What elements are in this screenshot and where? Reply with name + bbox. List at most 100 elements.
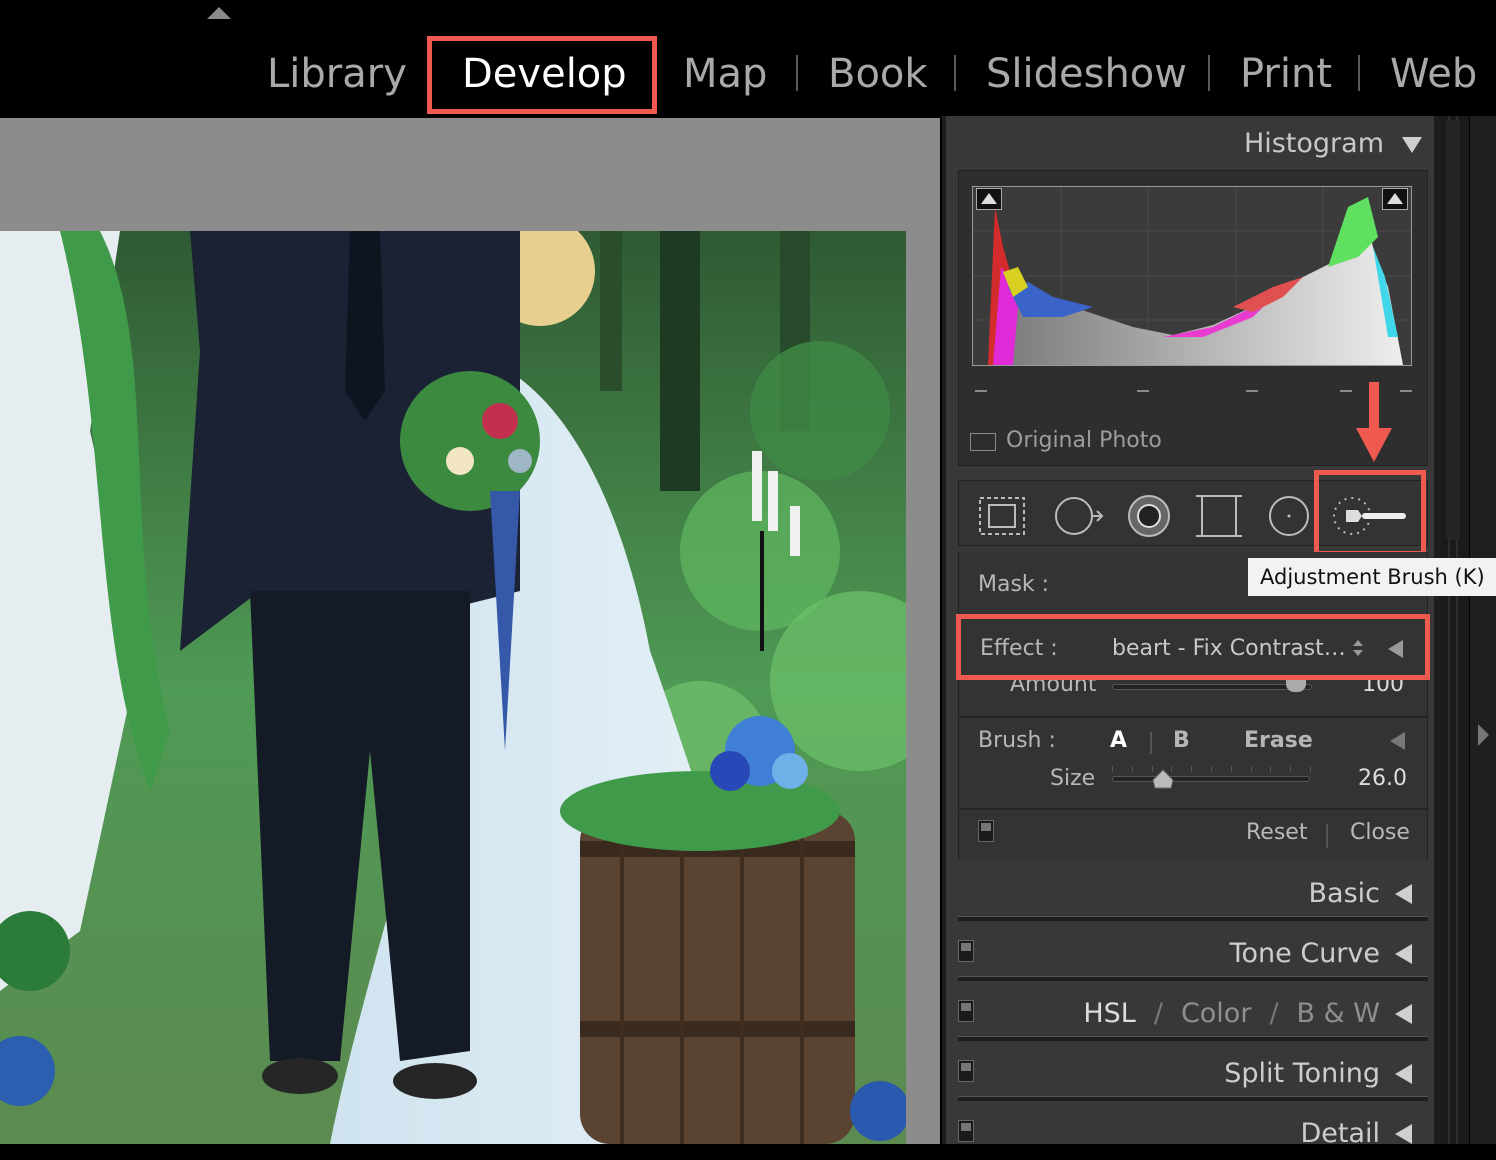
amount-row: Amount 100 xyxy=(958,680,1428,696)
original-photo-label: Original Photo xyxy=(1006,428,1162,453)
slider-tick xyxy=(1290,766,1292,772)
module-map[interactable]: Map xyxy=(683,50,767,98)
hsl-tab[interactable]: HSL xyxy=(1083,998,1135,1029)
histogram-info-dash xyxy=(975,390,987,392)
effect-highlight-box xyxy=(956,614,1430,680)
section-divider xyxy=(958,808,1428,810)
slider-tick xyxy=(1230,766,1232,772)
amount-label: Amount xyxy=(1010,680,1097,696)
shadow-clipping-button[interactable] xyxy=(976,188,1002,210)
brush-erase-button[interactable]: Erase xyxy=(1244,728,1313,753)
slider-tick xyxy=(1131,766,1133,772)
section-split-toning[interactable]: Split Toning xyxy=(958,1048,1428,1100)
histogram-info-dash xyxy=(1137,390,1149,392)
original-photo-checkbox[interactable] xyxy=(970,433,996,451)
wedding-photo-image xyxy=(0,231,906,1144)
wedding-photo[interactable] xyxy=(0,231,906,1144)
close-button[interactable]: Close xyxy=(1350,820,1410,845)
module-separator xyxy=(1358,55,1360,91)
expand-right-panel-icon[interactable] xyxy=(1478,724,1489,746)
brush-label: Brush : xyxy=(978,728,1056,753)
section-detail[interactable]: Detail xyxy=(958,1108,1428,1160)
tab-separator: / xyxy=(1153,998,1163,1029)
slider-tick xyxy=(1151,766,1153,772)
module-book[interactable]: Book xyxy=(828,50,928,98)
histogram-header[interactable]: Histogram xyxy=(1244,128,1422,159)
right-edge-strip xyxy=(1470,116,1496,1144)
expand-triangle-icon xyxy=(1395,944,1412,964)
histogram-info-dash xyxy=(1400,390,1412,392)
histogram-info-dash xyxy=(1246,390,1258,392)
brush-a-button[interactable]: A xyxy=(1110,728,1127,753)
section-divider xyxy=(958,916,1428,921)
brush-b-button[interactable]: B xyxy=(1173,728,1190,753)
tool-tooltip: Adjustment Brush (K) xyxy=(1248,558,1496,596)
collapse-top-panel-icon[interactable] xyxy=(207,7,231,19)
slider-tick xyxy=(1270,766,1272,772)
module-web[interactable]: Web xyxy=(1390,50,1477,98)
annotation-arrow-icon xyxy=(1356,382,1392,462)
size-slider-track[interactable] xyxy=(1112,776,1310,782)
histogram-title: Histogram xyxy=(1243,128,1384,159)
button-separator xyxy=(1326,824,1328,848)
histogram-chart xyxy=(973,187,1411,365)
amount-value[interactable]: 100 xyxy=(1362,680,1404,696)
brush-separator xyxy=(1150,732,1152,754)
histogram-info-dash xyxy=(1340,390,1352,392)
highlight-clipping-icon xyxy=(1387,193,1403,204)
amount-slider-knob[interactable] xyxy=(1286,680,1306,692)
module-picker-bar: Library Develop Map Book Slideshow Print… xyxy=(0,0,1496,114)
section-hsl-title-group: HSL / Color / B & W xyxy=(1083,998,1380,1029)
size-value[interactable]: 26.0 xyxy=(1358,766,1407,791)
section-divider xyxy=(958,976,1428,981)
section-detail-title: Detail xyxy=(1300,1118,1380,1149)
module-slideshow[interactable]: Slideshow xyxy=(986,50,1187,98)
module-print[interactable]: Print xyxy=(1240,50,1332,98)
section-tone-curve-title: Tone Curve xyxy=(1229,938,1380,969)
highlight-clipping-button[interactable] xyxy=(1382,188,1408,210)
scrollbar-thumb[interactable] xyxy=(1446,120,1460,540)
module-library[interactable]: Library xyxy=(267,50,407,98)
expand-triangle-icon xyxy=(1395,1064,1412,1084)
crop-overlay-icon[interactable] xyxy=(975,492,1029,540)
red-eye-icon[interactable] xyxy=(1122,492,1176,540)
reset-button[interactable]: Reset xyxy=(1246,820,1307,845)
section-divider xyxy=(958,1096,1428,1101)
expand-triangle-icon xyxy=(1395,1124,1412,1144)
section-hsl-color-bw[interactable]: HSL / Color / B & W xyxy=(958,988,1428,1040)
slider-tick xyxy=(1112,766,1113,772)
module-separator xyxy=(796,55,798,91)
slider-tick xyxy=(1310,766,1311,772)
color-tab[interactable]: Color xyxy=(1181,998,1252,1029)
section-split-toning-title: Split Toning xyxy=(1224,1058,1380,1089)
section-tone-curve[interactable]: Tone Curve xyxy=(958,928,1428,980)
radial-filter-icon[interactable] xyxy=(1262,492,1316,540)
shadow-clipping-icon xyxy=(981,193,997,204)
mask-label: Mask : xyxy=(978,572,1050,597)
histogram-graph[interactable] xyxy=(972,186,1412,366)
brush-panel-toggle-switch[interactable] xyxy=(978,820,994,842)
section-basic[interactable]: Basic xyxy=(958,868,1428,920)
bw-tab[interactable]: B & W xyxy=(1297,998,1380,1029)
graduated-filter-icon[interactable] xyxy=(1192,492,1246,540)
slider-tick xyxy=(1171,766,1173,772)
spot-removal-icon[interactable] xyxy=(1050,492,1104,540)
develop-highlight-box xyxy=(427,36,657,114)
module-separator xyxy=(954,55,956,91)
slider-tick xyxy=(1191,766,1193,772)
expand-triangle-icon xyxy=(1395,884,1412,904)
size-label: Size xyxy=(1050,766,1096,791)
tab-separator: / xyxy=(1269,998,1279,1029)
adjustment-brush-highlight-box xyxy=(1314,470,1426,556)
amount-slider-track[interactable] xyxy=(1112,684,1312,690)
module-separator xyxy=(1208,55,1210,91)
section-divider xyxy=(958,716,1428,718)
photo-viewer[interactable] xyxy=(0,118,940,1144)
section-divider xyxy=(958,1036,1428,1041)
section-basic-title: Basic xyxy=(1308,878,1380,909)
collapse-triangle-icon xyxy=(1402,136,1422,153)
slider-tick xyxy=(1211,766,1212,772)
expand-triangle-icon xyxy=(1395,1004,1412,1024)
slider-tick xyxy=(1250,766,1252,772)
brush-collapse-icon[interactable] xyxy=(1390,732,1405,750)
